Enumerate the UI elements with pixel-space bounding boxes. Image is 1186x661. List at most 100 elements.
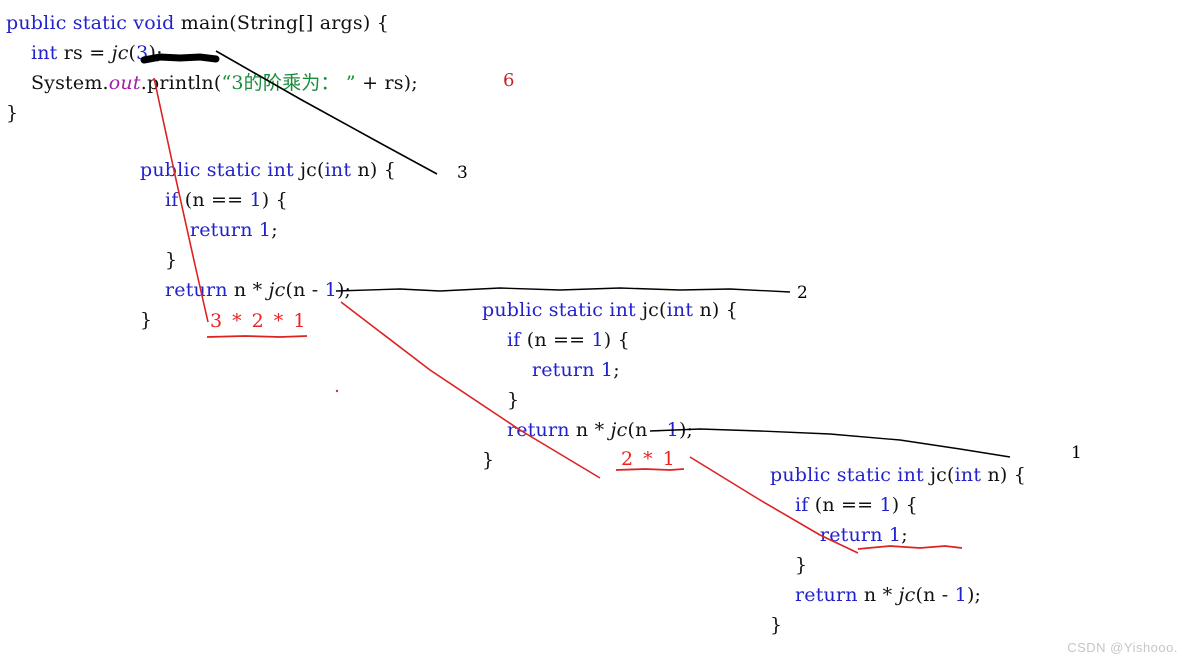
code-token: System. <box>6 72 109 94</box>
code-token: public static int <box>482 299 643 321</box>
code-token: String <box>236 12 299 34</box>
main-method-block: public static void main(String[] args) {… <box>6 8 418 128</box>
code-token: (n - <box>915 584 955 606</box>
code-token: ) { <box>603 329 630 351</box>
depth-badge-3: 3 <box>457 163 468 183</box>
code-line: public static void main(String[] args) { <box>6 8 418 38</box>
code-line: } <box>482 445 738 475</box>
code-token: ; <box>271 219 278 241</box>
code-token: int <box>666 299 694 321</box>
diagram-canvas: public static void main(String[] args) {… <box>0 0 1186 661</box>
code-token: jc <box>300 159 318 181</box>
code-token: n * <box>857 584 899 606</box>
code-line: } <box>140 245 396 275</box>
code-token: n * <box>227 279 269 301</box>
code-token: 1 <box>600 359 614 381</box>
code-token: int <box>30 42 58 64</box>
code-line: int rs = jc(3); <box>6 38 418 68</box>
code-token: jc <box>898 584 916 606</box>
code-line: System.out.println(“3的阶乘为： ” + rs); <box>6 68 418 98</box>
code-token: } <box>770 554 808 576</box>
code-token: main <box>180 12 230 34</box>
underline-level3-recursive-call <box>335 287 791 293</box>
expression-annotation-level-2: 2 * 1 <box>621 448 677 470</box>
code-token: 1 <box>324 279 337 301</box>
code-token: (n - <box>627 419 667 441</box>
code-token: ( <box>229 12 237 34</box>
code-line: return n * jc(n - 1); <box>482 415 738 445</box>
code-line: return 1; <box>140 215 396 245</box>
code-token: jc <box>930 464 948 486</box>
csdn-watermark: CSDN @Yishooo. <box>1067 640 1178 655</box>
code-line: } <box>770 550 1026 580</box>
code-token: n) { <box>693 299 739 321</box>
code-line: return 1; <box>770 520 1026 550</box>
code-token: ( <box>947 464 955 486</box>
code-token: 3 <box>136 42 149 64</box>
code-line: if (n == 1) { <box>482 325 738 355</box>
code-token: if <box>164 189 179 211</box>
code-token: jc <box>111 42 129 64</box>
jc-call-level-1-block: public static int jc(int n) { if (n == 1… <box>770 460 1026 640</box>
code-token: 1 <box>888 524 902 546</box>
code-line: public static int jc(int n) { <box>770 460 1026 490</box>
code-token: } <box>482 389 520 411</box>
code-token: “3的阶乘为： ” <box>221 72 356 94</box>
code-token: out <box>108 72 141 94</box>
code-token: 1 <box>879 494 892 516</box>
code-token: n) { <box>351 159 397 181</box>
code-token: n) { <box>981 464 1027 486</box>
code-token: n * <box>569 419 611 441</box>
code-token: (n == <box>520 329 592 351</box>
code-token: (n == <box>808 494 880 516</box>
red-underline-expr3 <box>206 335 308 338</box>
code-line: if (n == 1) { <box>140 185 396 215</box>
code-token: 1 <box>249 189 262 211</box>
code-line: } <box>6 98 418 128</box>
code-token: ) { <box>891 494 918 516</box>
code-token: int <box>954 464 982 486</box>
code-token: ( <box>659 299 667 321</box>
code-token: + rs); <box>355 72 418 94</box>
code-line: public static int jc(int n) { <box>482 295 738 325</box>
jc-call-level-3-block: public static int jc(int n) { if (n == 1… <box>140 155 396 335</box>
code-token: public static int <box>140 159 301 181</box>
code-token: return <box>819 524 883 546</box>
code-token: if <box>506 329 521 351</box>
code-token: ; <box>901 524 908 546</box>
code-line: return 1; <box>482 355 738 385</box>
code-token: 1 <box>258 219 272 241</box>
code-token: ); <box>336 279 352 301</box>
stray-ink-dot <box>335 389 339 393</box>
code-token: public static int <box>770 464 931 486</box>
code-token: } <box>140 309 153 331</box>
code-token: jc <box>642 299 660 321</box>
code-token: return <box>189 219 253 241</box>
depth-badge-1: 1 <box>1071 443 1082 463</box>
code-line: return n * jc(n - 1); <box>140 275 396 305</box>
code-token: (n - <box>285 279 325 301</box>
code-line: if (n == 1) { <box>770 490 1026 520</box>
code-token: if <box>794 494 809 516</box>
code-token: [] args) { <box>298 12 390 34</box>
code-token: jc <box>610 419 628 441</box>
code-token: ); <box>966 584 982 606</box>
code-token: rs = <box>57 42 112 64</box>
code-token: } <box>140 249 178 271</box>
code-token: return <box>506 419 570 441</box>
code-token: int <box>324 159 352 181</box>
code-token: ; <box>613 359 620 381</box>
code-token: return <box>531 359 595 381</box>
code-line: } <box>770 610 1026 640</box>
code-token: ); <box>148 42 163 64</box>
code-token: jc <box>268 279 286 301</box>
code-line: public static int jc(int n) { <box>140 155 396 185</box>
